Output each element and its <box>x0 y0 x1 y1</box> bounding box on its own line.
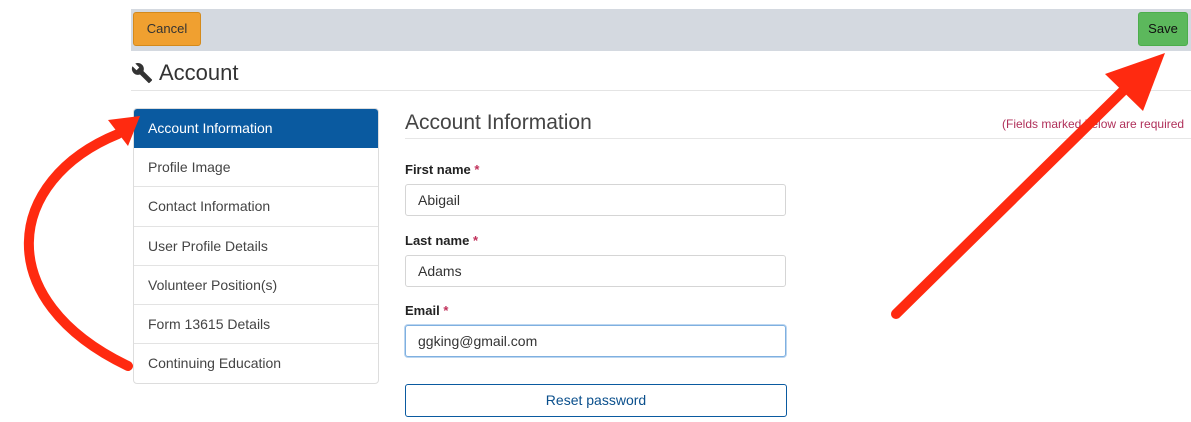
wrench-icon <box>131 62 153 84</box>
cancel-button[interactable]: Cancel <box>133 12 201 46</box>
section-divider <box>405 138 1191 139</box>
top-toolbar: Cancel Save <box>131 9 1191 51</box>
sidebar-item-account-information[interactable]: Account Information <box>134 109 378 149</box>
reset-password-button[interactable]: Reset password <box>405 384 787 417</box>
required-marker: * <box>474 162 480 177</box>
save-button[interactable]: Save <box>1138 12 1188 46</box>
sidebar-item-continuing-education[interactable]: Continuing Education <box>134 344 378 383</box>
required-marker: * <box>443 303 449 318</box>
page-title: Account <box>159 60 239 85</box>
first-name-label: First name * <box>405 162 480 177</box>
heading-divider <box>131 90 1191 91</box>
sidebar-item-contact-information[interactable]: Contact Information <box>134 187 378 227</box>
first-name-field[interactable] <box>405 184 786 216</box>
annotation-arrowhead-save <box>1105 53 1165 111</box>
page-heading: Account <box>131 58 239 88</box>
last-name-field[interactable] <box>405 255 786 287</box>
sidebar-item-user-profile-details[interactable]: User Profile Details <box>134 227 378 266</box>
last-name-label: Last name * <box>405 233 478 248</box>
sidebar-item-volunteer-positions[interactable]: Volunteer Position(s) <box>134 266 378 305</box>
email-label: Email * <box>405 303 449 318</box>
required-marker: * <box>472 233 478 248</box>
sidebar-item-form-13615-details[interactable]: Form 13615 Details <box>134 305 378 345</box>
required-fields-note: (Fields marked below are required <box>1002 117 1185 131</box>
sidebar-item-profile-image[interactable]: Profile Image <box>134 148 378 188</box>
sidebar-nav: Account Information Profile Image Contac… <box>133 108 379 385</box>
email-field[interactable] <box>405 325 786 357</box>
annotation-curved-arrow <box>23 129 133 371</box>
section-title: Account Information <box>405 111 592 134</box>
